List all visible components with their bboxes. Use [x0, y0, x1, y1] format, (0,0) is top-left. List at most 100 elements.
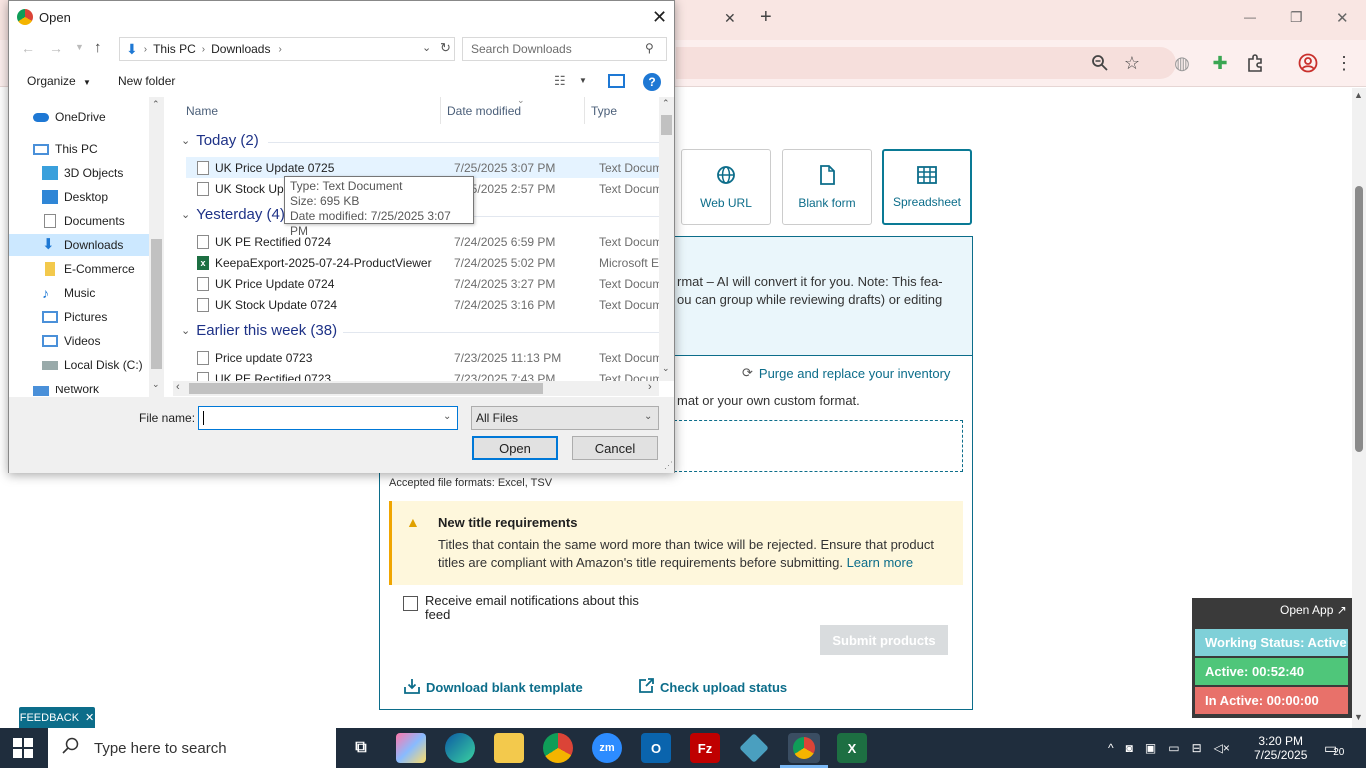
meet-now-icon[interactable]: ◙ [1126, 741, 1133, 755]
show-hidden-icons-icon[interactable]: ^ [1108, 741, 1114, 755]
file-row[interactable]: UK Price Update 0724 7/24/2025 3:27 PM T… [186, 273, 669, 294]
window-close-button[interactable]: ✕ [1336, 9, 1349, 27]
file-name-input[interactable]: ⌄ [198, 406, 458, 430]
file-row[interactable]: Price update 0723 7/23/2025 11:13 PM Tex… [186, 347, 669, 368]
new-tab-button[interactable]: + [760, 6, 772, 29]
taskbar-search-box[interactable]: Type here to search [48, 728, 336, 768]
file-row[interactable]: UK Price Update 0725 7/25/2025 3:07 PM T… [186, 157, 669, 178]
open-button[interactable]: Open [472, 436, 558, 460]
bookmark-star-icon[interactable]: ☆ [1120, 51, 1144, 75]
windows-start-icon[interactable] [13, 738, 33, 761]
nav-item-3d-objects[interactable]: 3D Objects [9, 162, 149, 184]
volume-muted-icon[interactable]: ◁× [1214, 741, 1230, 755]
nav-scroll-up-icon[interactable]: ⌃ [152, 99, 160, 110]
breadcrumb-downloads[interactable]: Downloads [211, 42, 270, 56]
battery-icon[interactable]: ▭ [1168, 741, 1179, 755]
download-template-link[interactable]: Download blank template [404, 678, 583, 697]
view-dropdown-icon[interactable]: ▼ [579, 76, 587, 85]
display-icon[interactable]: ▣ [1145, 741, 1156, 755]
spreadsheet-card[interactable]: Spreadsheet [882, 149, 972, 225]
close-icon[interactable]: ✕ [85, 711, 94, 724]
group-earlier-this-week[interactable]: ⌄ Earlier this week (38) [181, 322, 337, 339]
list-hscrollbar-thumb[interactable] [189, 383, 543, 394]
view-options-icon[interactable]: ☷ [554, 73, 566, 89]
browser-menu-icon[interactable]: ⋮ [1332, 51, 1356, 75]
scroll-down-arrow-icon[interactable]: ▼ [1354, 712, 1363, 722]
nav-item-desktop[interactable]: Desktop [9, 186, 149, 208]
page-scrollbar-thumb[interactable] [1355, 186, 1363, 452]
scroll-up-arrow-icon[interactable]: ▲ [1354, 90, 1363, 100]
up-arrow-icon[interactable]: ↑ [94, 39, 102, 56]
check-upload-status-link[interactable]: Check upload status [639, 678, 787, 696]
file-list-hscrollbar[interactable]: ‹ › [173, 381, 659, 396]
profile-avatar-icon[interactable] [1296, 51, 1320, 75]
file-row[interactable]: UK Stock Update 0724 7/24/2025 3:16 PM T… [186, 294, 669, 315]
file-explorer-icon[interactable] [494, 733, 524, 763]
back-arrow-icon[interactable]: ← [21, 40, 35, 56]
dialog-close-button[interactable]: ✕ [652, 7, 667, 28]
nav-item-downloads[interactable]: ⬇ Downloads [9, 234, 149, 256]
file-row[interactable]: UK PE Rectified 0723 7/23/2025 7:43 PM T… [186, 368, 669, 381]
web-url-card[interactable]: Web URL [681, 149, 771, 225]
chrome-active-icon[interactable] [788, 733, 820, 763]
tab-close-button[interactable]: ✕ [724, 10, 736, 27]
extensions-puzzle-icon[interactable] [1243, 51, 1267, 75]
excel-icon[interactable]: X [837, 733, 867, 763]
minimize-button[interactable]: — [1244, 10, 1256, 24]
nav-item-e-commerce[interactable]: E-Commerce [9, 258, 149, 280]
help-icon[interactable]: ? [643, 73, 661, 91]
open-app-link[interactable]: Open App ↗ [1280, 603, 1347, 617]
notifications-button[interactable]: ▭ 20 [1324, 728, 1344, 768]
outlook-icon[interactable]: O [641, 733, 671, 763]
extension-plus-icon[interactable]: ✚ [1208, 51, 1232, 75]
nav-item-this-pc[interactable]: This PC [9, 138, 149, 160]
group-yesterday[interactable]: ⌄ Yesterday (4) [181, 206, 285, 223]
chrome-icon[interactable] [543, 733, 573, 763]
nav-item-documents[interactable]: Documents [9, 210, 149, 232]
clock[interactable]: 3:20 PM 7/25/2025 [1254, 728, 1307, 768]
preview-pane-icon[interactable] [608, 74, 625, 88]
address-breadcrumb[interactable]: ⬇ › This PC › Downloads › ⌄ ↻ [119, 37, 455, 61]
column-type[interactable]: Type [585, 97, 669, 124]
resize-grip-icon[interactable]: ⋰ [664, 460, 673, 471]
new-folder-button[interactable]: New folder [118, 74, 175, 88]
submit-products-button[interactable]: Submit products [820, 625, 948, 655]
file-name-dropdown-icon[interactable]: ⌄ [443, 411, 451, 422]
email-notify-checkbox[interactable] [403, 596, 418, 611]
filezilla-icon[interactable]: Fz [690, 733, 720, 763]
nav-scroll-down-icon[interactable]: ⌄ [152, 379, 160, 390]
task-view-icon[interactable]: ⧉ [346, 733, 376, 763]
recent-dropdown-icon[interactable]: ▼ [75, 42, 84, 52]
feedback-tab[interactable]: FEEDBACK ✕ [19, 707, 95, 728]
blank-form-card[interactable]: Blank form [782, 149, 872, 225]
column-date-modified[interactable]: Date modified [441, 97, 585, 124]
nav-item-local-disk[interactable]: Local Disk (C:) [9, 354, 149, 376]
zoom-icon[interactable] [1088, 51, 1112, 75]
file-list-vscrollbar[interactable]: ⌃ ⌄ [659, 97, 674, 381]
group-today[interactable]: ⌄ Today (2) [181, 132, 259, 149]
file-type-filter[interactable]: All Files ⌄ [471, 406, 659, 430]
refresh-icon[interactable]: ↻ [440, 40, 451, 56]
zoom-app-icon[interactable]: zm [592, 733, 622, 763]
purge-link[interactable]: ⟳ Purge and replace your inventory [742, 365, 950, 381]
nav-item-music[interactable]: ♪ Music [9, 282, 149, 304]
cancel-button[interactable]: Cancel [572, 436, 658, 460]
breadcrumb-this-pc[interactable]: This PC [153, 42, 196, 56]
nav-item-pictures[interactable]: Pictures [9, 306, 149, 328]
nav-item-videos[interactable]: Videos [9, 330, 149, 352]
nav-item-onedrive[interactable]: OneDrive [9, 106, 149, 128]
column-name[interactable]: Name [173, 97, 441, 124]
learn-more-link[interactable]: Learn more [847, 555, 913, 570]
network-icon[interactable]: ⊟ [1192, 741, 1202, 755]
copilot-icon[interactable] [396, 733, 426, 763]
maximize-button[interactable]: ❐ [1290, 9, 1303, 26]
search-downloads-input[interactable]: Search Downloads ⚲ [462, 37, 667, 61]
edge-browser-icon[interactable] [445, 733, 475, 763]
organize-menu[interactable]: Organize ▼ [27, 74, 91, 88]
address-dropdown-icon[interactable]: ⌄ [422, 41, 431, 54]
list-scroll-right-icon[interactable]: › [648, 381, 652, 393]
list-scroll-up-icon[interactable]: ⌃ [662, 98, 670, 109]
list-vscrollbar-thumb[interactable] [661, 115, 672, 135]
file-row[interactable]: x KeepaExport-2025-07-24-ProductViewer 7… [186, 252, 669, 273]
list-scroll-down-icon[interactable]: ⌄ [662, 363, 670, 374]
